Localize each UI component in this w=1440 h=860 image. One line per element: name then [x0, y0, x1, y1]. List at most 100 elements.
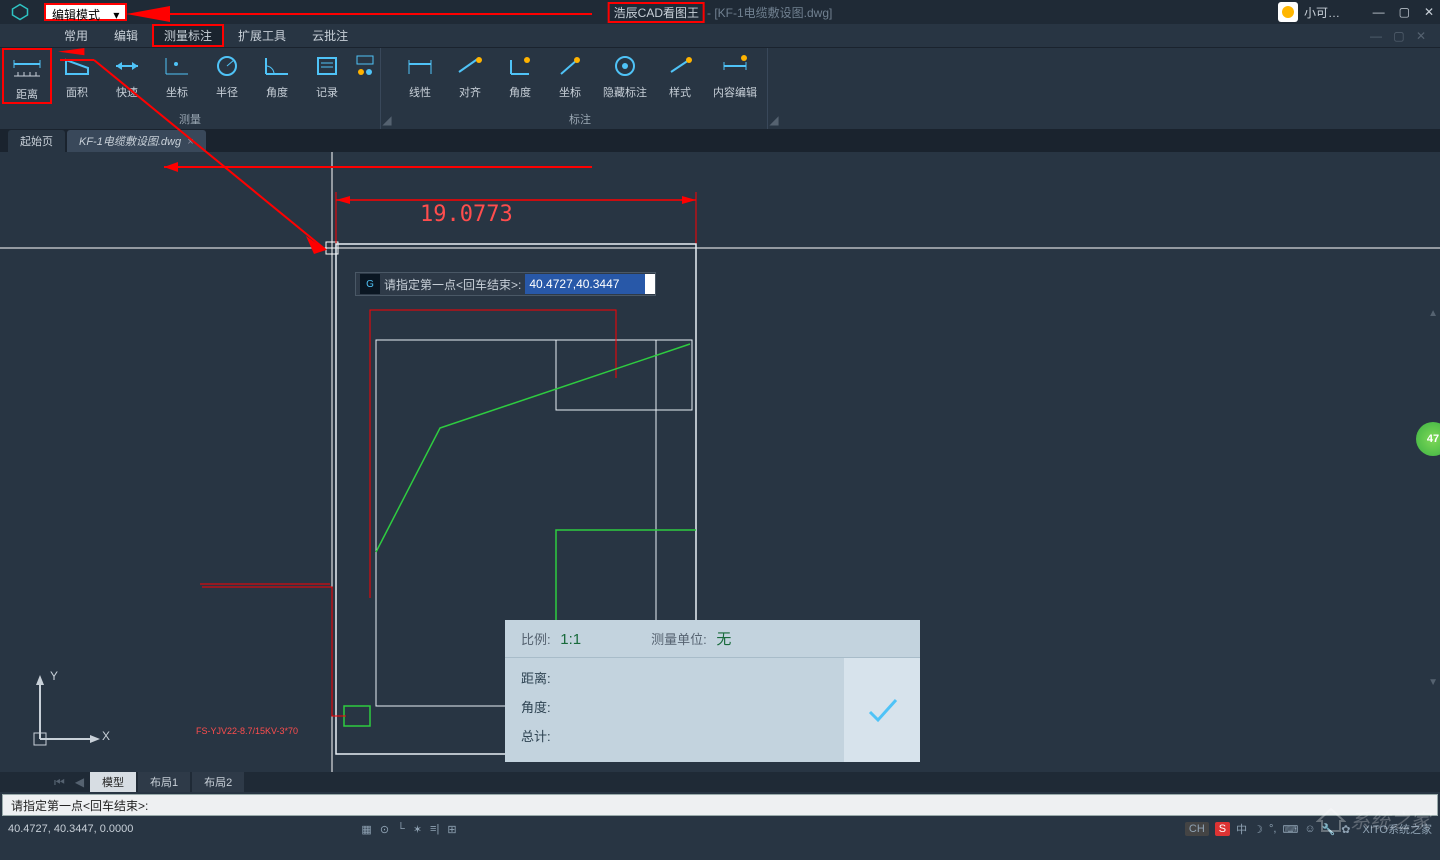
chevron-down-icon: ▾ — [113, 8, 119, 22]
quick-icon — [111, 52, 143, 80]
linear-icon — [404, 52, 436, 80]
content-edit-icon — [719, 52, 751, 80]
scale-label: 比例: — [521, 632, 551, 647]
statusbar: 40.4727, 40.3447, 0.0000 ▦ ⊙ └ ✶ ≡| ⊞ CH… — [0, 818, 1440, 840]
tool-radius[interactable]: 半径 — [202, 48, 252, 100]
scroll-up-icon[interactable]: ▲ — [1428, 308, 1438, 319]
tool-measure-more[interactable] — [352, 48, 378, 80]
ribbon-collapse-controls[interactable]: — ▢ ✕ — [1370, 29, 1430, 43]
scale-value: 1:1 — [560, 631, 581, 648]
username: 小可… — [1304, 4, 1340, 21]
confirm-button[interactable] — [844, 658, 920, 762]
command-line[interactable]: 请指定第一点<回车结束>: — [2, 794, 1438, 816]
menu-extend-tools[interactable]: 扩展工具 — [226, 24, 298, 47]
unit-value: 无 — [716, 631, 731, 648]
tool-linear[interactable]: 线性 — [395, 48, 445, 100]
more-icon — [349, 52, 381, 80]
coord-icon — [161, 52, 193, 80]
tool-angle-dim[interactable]: 角度 — [495, 48, 545, 100]
tool-angle[interactable]: 角度 — [252, 48, 302, 100]
polar-icon[interactable]: ✶ — [413, 823, 422, 836]
ribbon-group-measure: 距离 面积 快速 坐标 半径 角度 — [0, 48, 381, 129]
layout-tab-2[interactable]: 布局2 — [192, 772, 244, 792]
snap-object-icon[interactable]: ⊙ — [380, 823, 389, 836]
tab-start[interactable]: 起始页 — [8, 130, 65, 152]
mode-label: 编辑模式 — [52, 8, 100, 22]
angle-dim-icon — [504, 52, 536, 80]
group-expand-annotate[interactable]: ◢ — [768, 48, 780, 129]
group-expand-measure[interactable]: ◢ — [381, 48, 393, 129]
tab-nav-first[interactable]: ⏮ — [50, 775, 69, 790]
app-logo-icon — [0, 0, 40, 24]
menu-edit[interactable]: 编辑 — [102, 24, 150, 47]
tool-coord[interactable]: 坐标 — [152, 48, 202, 100]
unit-label: 测量单位: — [651, 632, 707, 647]
tool-distance[interactable]: 距离 — [2, 48, 52, 104]
coords: 40.4727, 40.3447, 0.0000 — [8, 823, 133, 835]
area-icon — [61, 52, 93, 80]
close-button[interactable]: ✕ — [1424, 5, 1434, 19]
ime-moon-icon[interactable]: ☽ — [1253, 823, 1263, 836]
tool-record[interactable]: 记录 — [302, 48, 352, 100]
measure-result-panel: 比例: 1:1 测量单位: 无 距离: 角度: 总计: — [505, 620, 920, 762]
watermark: 系统之家 — [1316, 805, 1430, 834]
avatar-icon — [1278, 2, 1298, 22]
minimize-button[interactable]: — — [1373, 5, 1385, 19]
menu-cloud-annotate[interactable]: 云批注 — [300, 24, 360, 47]
snap-toggle-icon[interactable]: ⊞ — [447, 823, 456, 836]
window-controls: — ▢ ✕ — [1373, 5, 1434, 19]
record-icon — [311, 52, 343, 80]
ime-smile-icon[interactable]: ☺ — [1304, 823, 1315, 835]
menu-measure-annotate[interactable]: 测量标注 — [152, 24, 224, 47]
snap-grid-icon[interactable]: ▦ — [361, 823, 371, 836]
titlebar: 编辑模式 ▾ 浩辰CAD看图王 - [KF-1电缆敷设图.dwg] 小可… — … — [0, 0, 1440, 24]
prompt-logo-icon: G — [360, 274, 380, 294]
close-tab-icon[interactable]: × — [187, 136, 193, 148]
document-tabs: 起始页 KF-1电缆敷设图.dwg× — [0, 130, 1440, 152]
tool-align[interactable]: 对齐 — [445, 48, 495, 100]
tool-quick[interactable]: 快速 — [102, 48, 152, 100]
menubar: 常用 编辑 测量标注 扩展工具 云批注 — ▢ ✕ — [0, 24, 1440, 48]
prompt-caret-area — [645, 274, 655, 294]
tab-nav-prev[interactable]: ◀ — [71, 775, 88, 789]
style-icon — [664, 52, 696, 80]
layout-tab-1[interactable]: 布局1 — [138, 772, 190, 792]
command-line-text: 请指定第一点<回车结束>: — [11, 797, 148, 814]
group-label-annotate: 标注 — [569, 111, 591, 129]
status-tools: ▦ ⊙ └ ✶ ≡| ⊞ — [361, 823, 456, 836]
hide-dim-icon — [609, 52, 641, 80]
radius-icon — [211, 52, 243, 80]
mode-dropdown[interactable]: 编辑模式 ▾ — [44, 3, 127, 21]
coord-dim-icon — [554, 52, 586, 80]
tool-style[interactable]: 样式 — [655, 48, 705, 100]
user-area[interactable]: 小可… — [1278, 2, 1340, 22]
layout-tab-model[interactable]: 模型 — [90, 772, 136, 792]
lineweight-icon[interactable]: ≡| — [430, 823, 439, 836]
ortho-icon[interactable]: └ — [397, 823, 405, 836]
cable-label: FS-YJV22-8.7/15KV-3*70 — [196, 726, 298, 736]
tool-hide-dim[interactable]: 隐藏标注 — [595, 48, 655, 100]
ime-lang[interactable]: CH — [1185, 822, 1209, 836]
app-name: 浩辰CAD看图王 — [608, 2, 705, 23]
prompt-input[interactable] — [525, 274, 645, 294]
result-distance-label: 距离: — [521, 668, 828, 687]
tab-file[interactable]: KF-1电缆敷设图.dwg× — [67, 130, 206, 152]
check-icon — [862, 690, 902, 730]
dimension-value: 19.0773 — [420, 202, 513, 227]
drawing-canvas[interactable]: 19.0773 FS-YJV22-8.7/15KV-3*70 G 请指定第一点<… — [0, 152, 1440, 772]
prompt-text: 请指定第一点<回车结束>: — [384, 276, 525, 293]
tool-coord-dim[interactable]: 坐标 — [545, 48, 595, 100]
menu-common[interactable]: 常用 — [52, 24, 100, 47]
ime-sogou-icon[interactable]: S — [1215, 822, 1230, 836]
tool-content-edit[interactable]: 内容编辑 — [705, 48, 765, 100]
ribbon-group-annotate: 线性 对齐 角度 坐标 隐藏标注 样式 — [393, 48, 768, 129]
scroll-down-icon[interactable]: ▼ — [1428, 677, 1438, 688]
maximize-button[interactable]: ▢ — [1399, 5, 1410, 19]
ribbon: 距离 面积 快速 坐标 半径 角度 — [0, 48, 1440, 130]
result-total-label: 总计: — [521, 726, 828, 745]
tool-area[interactable]: 面积 — [52, 48, 102, 100]
layout-tabs: ⏮ ◀ 模型 布局1 布局2 — [0, 772, 1440, 792]
ime-cn[interactable]: 中 — [1236, 821, 1247, 837]
ime-keyboard-icon[interactable]: ⌨ — [1282, 823, 1298, 836]
align-icon — [454, 52, 486, 80]
